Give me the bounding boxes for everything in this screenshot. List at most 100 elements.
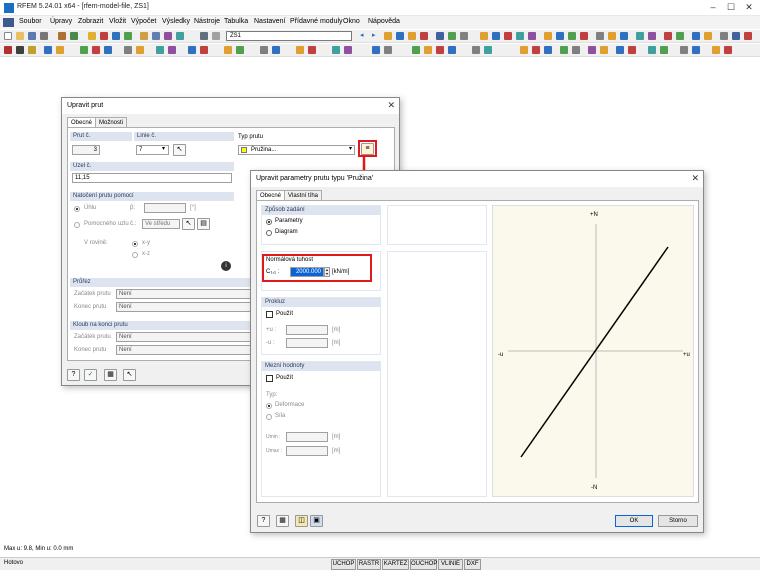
x-view-icon[interactable] — [424, 46, 432, 54]
toolbar-icon-d[interactable] — [420, 32, 428, 40]
toolbar-icon-z[interactable] — [720, 32, 728, 40]
toolbar-icon-m[interactable] — [544, 32, 552, 40]
member-type-select[interactable]: Pružina... — [238, 145, 355, 155]
force-radio[interactable] — [266, 414, 272, 420]
node-icon[interactable] — [4, 46, 12, 54]
toolbar-icon-a[interactable] — [384, 32, 392, 40]
toolbar-icon-c[interactable] — [408, 32, 416, 40]
helpnode-list-icon[interactable]: ▤ — [197, 218, 210, 230]
new-file-icon[interactable] — [4, 32, 12, 40]
chevron-down-icon[interactable]: ▾ — [162, 145, 165, 152]
help-icon[interactable]: ? — [67, 369, 80, 381]
toolbar-icon-j[interactable] — [504, 32, 512, 40]
menu-window[interactable]: Okno — [343, 18, 360, 25]
status-grid-button[interactable]: RASTR — [357, 559, 381, 570]
graphics-icon[interactable] — [164, 32, 172, 40]
toolbar2-icon-d[interactable] — [560, 46, 568, 54]
calc-icon[interactable] — [100, 32, 108, 40]
menu-tools[interactable]: Nástroje — [194, 18, 220, 25]
toolbar-icon-ab[interactable] — [744, 32, 752, 40]
spring-dialog-close-icon[interactable]: ✕ — [691, 173, 699, 184]
menu-view[interactable]: Zobrazit — [78, 18, 103, 25]
toolbar-icon-x[interactable] — [692, 32, 700, 40]
open-library-icon[interactable]: ◫ — [295, 515, 308, 527]
status-dxf-button[interactable]: DXF — [464, 559, 481, 570]
menu-calculate[interactable]: Výpočet — [131, 18, 156, 25]
toolbar2-icon-i[interactable] — [628, 46, 636, 54]
comment-icon[interactable] — [308, 46, 316, 54]
results-icon[interactable] — [88, 32, 96, 40]
slip-use-checkbox[interactable] — [266, 311, 273, 318]
redo-icon[interactable] — [70, 32, 78, 40]
divide-icon[interactable] — [188, 46, 196, 54]
toolbar-icon-l[interactable] — [528, 32, 536, 40]
menu-help[interactable]: Nápověda — [368, 18, 400, 25]
iso-view-icon[interactable] — [412, 46, 420, 54]
render-icon[interactable] — [372, 46, 380, 54]
spring-table-icon[interactable]: ▦ — [276, 515, 289, 527]
prev-arrow-icon[interactable]: ◂ — [360, 32, 368, 40]
toolbar2-icon-o[interactable] — [724, 46, 732, 54]
toolbar-icon-k[interactable] — [516, 32, 524, 40]
toolbar-icon-e[interactable] — [436, 32, 444, 40]
dialog-close-icon[interactable]: ✕ — [387, 100, 395, 111]
z-view-icon[interactable] — [448, 46, 456, 54]
model-icon[interactable] — [112, 32, 120, 40]
undo-icon[interactable] — [58, 32, 66, 40]
table-view-icon[interactable]: ▦ — [104, 369, 117, 381]
toolbar-icon-r[interactable] — [608, 32, 616, 40]
menu-table[interactable]: Tabulka — [224, 18, 248, 25]
toolbar-icon-aa[interactable] — [732, 32, 740, 40]
maximize-icon[interactable]: ☐ — [722, 1, 740, 14]
y-view-icon[interactable] — [436, 46, 444, 54]
toolbar2-icon-b[interactable] — [532, 46, 540, 54]
status-guideline-button[interactable]: VLINIE — [438, 559, 463, 570]
scale-icon[interactable] — [168, 46, 176, 54]
toolbar2-icon-f[interactable] — [588, 46, 596, 54]
spring-help-icon[interactable]: ? — [257, 515, 270, 527]
ok-button[interactable]: OK — [615, 515, 653, 527]
toolbar-icon-u[interactable] — [648, 32, 656, 40]
toolbar-icon-g[interactable] — [460, 32, 468, 40]
mdi-doc-icon[interactable] — [3, 18, 14, 27]
toolbar-icon-b[interactable] — [396, 32, 404, 40]
toolbar-icon-h[interactable] — [480, 32, 488, 40]
menu-results[interactable]: Výsledky — [162, 18, 190, 25]
toolbar2-icon-m[interactable] — [692, 46, 700, 54]
toolbar2-icon-c[interactable] — [544, 46, 552, 54]
toolbar-icon-w[interactable] — [676, 32, 684, 40]
rotate-icon[interactable] — [136, 46, 144, 54]
select-member-icon[interactable]: ↖ — [123, 369, 136, 381]
view-icon[interactable] — [176, 32, 184, 40]
toolbar-icon-v[interactable] — [664, 32, 672, 40]
select-icon[interactable] — [224, 46, 232, 54]
status-osnap-button[interactable]: OUCHOP — [410, 559, 437, 570]
member-icon[interactable] — [28, 46, 36, 54]
check-mark-icon[interactable]: ✓ — [84, 369, 97, 381]
parameters-radio[interactable] — [266, 219, 272, 225]
filter-icon[interactable] — [236, 46, 244, 54]
guide-icon[interactable] — [332, 46, 340, 54]
helpnode-pick-icon[interactable]: ↖ — [182, 218, 195, 230]
solid-icon[interactable] — [56, 46, 64, 54]
toolbar2-icon-a[interactable] — [520, 46, 528, 54]
hinge-icon[interactable] — [92, 46, 100, 54]
pick-line-icon[interactable]: ↖ — [173, 144, 186, 156]
diagram-radio[interactable] — [266, 230, 272, 236]
zoom-all-icon[interactable] — [484, 46, 492, 54]
visibility-icon[interactable] — [344, 46, 352, 54]
connect-icon[interactable] — [200, 46, 208, 54]
limits-use-checkbox[interactable] — [266, 375, 273, 382]
panel-icon[interactable] — [200, 32, 208, 40]
helpnode-radio[interactable] — [74, 222, 80, 228]
grid-icon[interactable] — [260, 46, 268, 54]
mirror-icon[interactable] — [156, 46, 164, 54]
print-icon[interactable] — [40, 32, 48, 40]
menu-insert[interactable]: Vložit — [109, 18, 126, 25]
plane-xy-radio[interactable] — [132, 241, 138, 247]
search-icon[interactable] — [140, 32, 148, 40]
menu-addons[interactable]: Přídavné moduly — [290, 18, 343, 25]
next-arrow-icon[interactable]: ▸ — [372, 32, 380, 40]
dimension-icon[interactable] — [296, 46, 304, 54]
open-file-icon[interactable] — [16, 32, 24, 40]
